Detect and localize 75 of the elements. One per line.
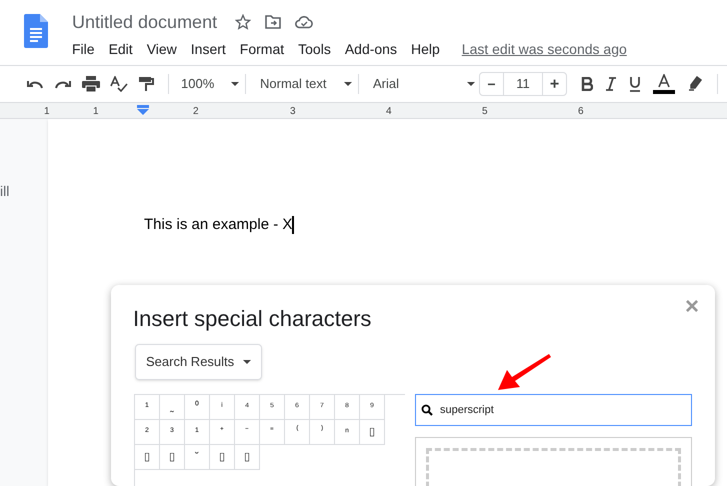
category-dropdown[interactable]: Search Results	[135, 344, 262, 380]
last-edit-link[interactable]: Last edit was seconds ago	[462, 38, 627, 60]
caret-icon	[231, 82, 239, 86]
ruler-number: 4	[386, 105, 392, 119]
font-dropdown[interactable]: Arial	[373, 74, 475, 94]
side-text: ill	[0, 182, 10, 201]
docs-logo-icon[interactable]	[24, 14, 48, 48]
menu-item[interactable]: View	[146, 38, 177, 60]
print-icon[interactable]	[82, 76, 100, 92]
character-cell[interactable]: ²	[135, 420, 160, 445]
indent-marker-icon[interactable]	[137, 105, 149, 115]
character-cell[interactable]: ⁽	[285, 420, 310, 445]
caret-icon	[344, 82, 352, 86]
character-cell[interactable]: ⁹	[360, 395, 385, 420]
italic-icon[interactable]	[605, 77, 617, 91]
bold-icon[interactable]	[581, 77, 593, 91]
underline-icon[interactable]	[629, 76, 641, 92]
character-cell[interactable]: ⁾	[310, 420, 335, 445]
spellcheck-icon[interactable]	[110, 76, 128, 92]
search-icon	[421, 404, 433, 416]
menu-item[interactable]: Add-ons	[344, 38, 397, 60]
character-cell[interactable]: ⁷	[310, 395, 335, 420]
character-cell[interactable]: ˷	[160, 395, 185, 420]
character-cell[interactable]: ⁶	[285, 395, 310, 420]
ruler-number: 6	[578, 105, 584, 119]
character-cell[interactable]: ⁻	[235, 420, 260, 445]
character-cell[interactable]: ▯	[210, 445, 235, 470]
caret-icon	[467, 82, 475, 86]
undo-icon[interactable]	[26, 79, 44, 89]
ruler-number: 5	[482, 105, 488, 119]
text-color-icon[interactable]	[653, 74, 675, 94]
menu-item[interactable]: File	[72, 38, 95, 60]
style-dropdown[interactable]: Normal text	[260, 74, 352, 94]
character-cell[interactable]: ⁵	[260, 395, 285, 420]
text-cursor	[292, 216, 294, 234]
dialog-title: Insert special characters	[133, 305, 372, 333]
character-cell[interactable]: ⁴	[235, 395, 260, 420]
character-cell[interactable]: ⁱ	[210, 395, 235, 420]
folder-icon[interactable]	[265, 15, 282, 29]
character-cell[interactable]: ⁺	[210, 420, 235, 445]
menu-item[interactable]: Insert	[190, 38, 226, 60]
body-text: This is an example - X	[144, 215, 292, 235]
menu-item[interactable]: Edit	[108, 38, 133, 60]
caret-icon	[243, 360, 251, 364]
increase-size-button[interactable]: +	[543, 73, 566, 95]
document-title[interactable]: Untitled document	[72, 8, 218, 36]
character-cell[interactable]: ¹	[185, 420, 210, 445]
paint-format-icon[interactable]	[138, 76, 154, 92]
search-field[interactable]: superscript	[415, 394, 692, 426]
font-size-field[interactable]: 11	[503, 73, 543, 95]
decrease-size-button[interactable]: −	[480, 73, 503, 95]
redo-icon[interactable]	[54, 79, 72, 89]
cloud-icon[interactable]	[295, 15, 314, 29]
zoom-dropdown[interactable]: 100%	[181, 74, 239, 94]
character-cell[interactable]: ¹	[135, 395, 160, 420]
ruler-number: 1	[93, 105, 99, 119]
ruler-number: 3	[290, 105, 296, 119]
character-cell[interactable]: ▯	[160, 445, 185, 470]
menu-item[interactable]: Help	[410, 38, 440, 60]
character-cell[interactable]: ⁼	[260, 420, 285, 445]
annotation-arrow-icon	[497, 354, 551, 391]
character-cell[interactable]: ⁿ	[335, 420, 360, 445]
star-icon[interactable]	[235, 14, 252, 30]
highlighter-icon[interactable]	[687, 76, 703, 92]
ruler-number: 2	[193, 105, 199, 119]
character-cell[interactable]: ▯	[360, 420, 385, 445]
ruler-number: 1	[44, 105, 50, 119]
character-cell[interactable]: ▯	[235, 445, 260, 470]
character-cell[interactable]: ▯	[135, 445, 160, 470]
character-cell[interactable]: ⁸	[335, 395, 360, 420]
character-cell[interactable]: ⁰	[185, 395, 210, 420]
menu-item[interactable]: Tools	[298, 38, 331, 60]
menu-item[interactable]: Format	[240, 38, 284, 60]
character-cell[interactable]: ˘	[185, 445, 210, 470]
character-cell[interactable]: ³	[160, 420, 185, 445]
